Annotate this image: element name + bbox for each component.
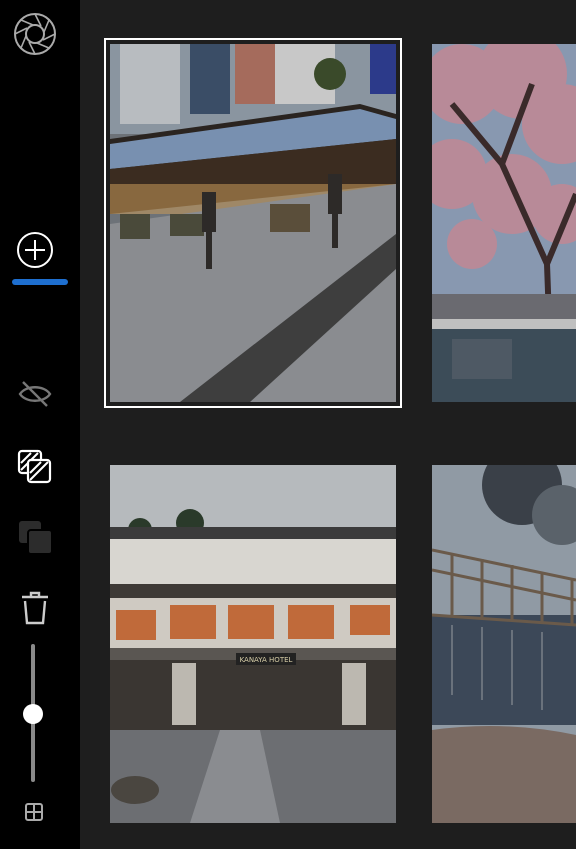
photo-street-market[interactable]: [104, 38, 402, 408]
plus-circle-icon: [17, 232, 53, 268]
photo-pier[interactable]: [432, 465, 576, 823]
active-indicator: [12, 279, 68, 285]
stack-button[interactable]: [16, 518, 54, 556]
sidebar: [0, 0, 80, 849]
stacked-squares-striped-icon: [17, 449, 52, 484]
aperture-logo-icon[interactable]: [13, 12, 57, 56]
grid-icon: [25, 803, 43, 821]
trash-icon: [22, 591, 48, 625]
zoom-slider-thumb[interactable]: [23, 704, 43, 724]
hotel-sign-text: KANAYA HOTEL: [240, 656, 293, 664]
photo-cherry-blossom[interactable]: [432, 44, 576, 402]
photo-grid: KANAYA HOTEL: [80, 0, 576, 849]
grid-view-button[interactable]: [24, 802, 44, 822]
add-button[interactable]: [15, 230, 55, 270]
stacked-squares-icon: [19, 521, 53, 555]
photo-kanaya-hotel[interactable]: KANAYA HOTEL: [110, 465, 396, 823]
duplicate-button[interactable]: [16, 448, 54, 486]
hide-button[interactable]: [17, 378, 53, 410]
delete-button[interactable]: [18, 590, 52, 626]
eye-off-icon: [18, 381, 52, 407]
